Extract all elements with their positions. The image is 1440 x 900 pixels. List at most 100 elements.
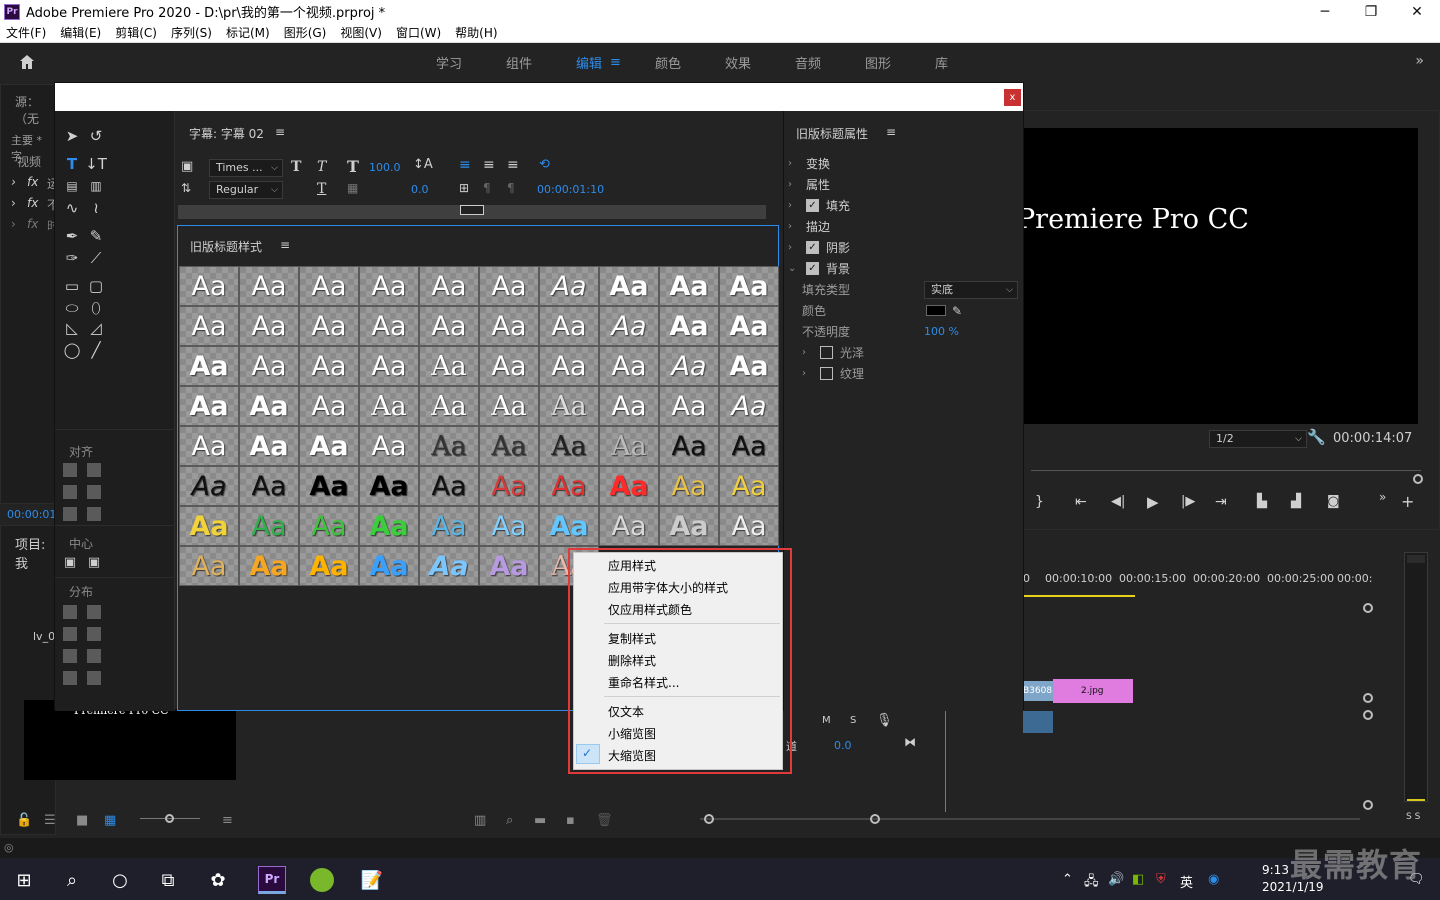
style-swatch[interactable]: Aa — [539, 466, 599, 506]
workspace-tab-editing[interactable]: 编辑 — [576, 53, 602, 72]
input-language-indicator[interactable]: 英 — [1180, 872, 1193, 891]
lock-icon[interactable]: 🔓 — [16, 813, 32, 828]
align-right-icon[interactable] — [63, 507, 77, 521]
close-window-button[interactable]: ✕ — [1394, 0, 1440, 23]
style-swatch[interactable]: Aa — [539, 346, 599, 386]
extract-icon[interactable]: ▟ — [1291, 494, 1301, 509]
microphone-icon[interactable]: 🎙 — [876, 713, 893, 728]
style-swatch[interactable]: Aa — [299, 466, 359, 506]
program-scrub-handle[interactable] — [1413, 474, 1423, 484]
fill-type-dropdown[interactable]: 实底 ⌵ — [924, 281, 1018, 299]
menu-edit[interactable]: 编辑(E) — [60, 24, 101, 41]
style-swatch[interactable]: Aa — [719, 266, 779, 306]
workspace-menu-icon[interactable]: ≡ — [610, 55, 621, 70]
style-swatch[interactable]: Aa — [299, 386, 359, 426]
menu-item-apply-style-color-only[interactable]: 仅应用样式颜色 — [608, 601, 692, 618]
new-item-icon[interactable]: ▪ — [566, 813, 575, 828]
wedge-tool-icon[interactable]: ◺ — [63, 319, 81, 337]
style-swatch[interactable]: Aa — [359, 346, 419, 386]
workspace-more-icon[interactable]: » — [1415, 53, 1424, 69]
workspace-tab-effects[interactable]: 效果 — [725, 53, 751, 72]
style-swatch[interactable]: Aa — [539, 386, 599, 426]
minimize-button[interactable]: ─ — [1302, 0, 1348, 23]
volume-icon[interactable]: 🔊 — [1108, 872, 1124, 887]
align-text-center-icon[interactable]: ≡ — [483, 157, 495, 173]
styles-panel-menu-icon[interactable]: ≡ — [280, 238, 290, 252]
underline-icon[interactable]: T — [317, 181, 326, 197]
style-swatch[interactable]: Aa — [299, 306, 359, 346]
qq-icon[interactable]: ◉ — [1208, 872, 1219, 887]
style-swatch[interactable]: Aa — [479, 546, 539, 586]
style-swatch[interactable]: Aa — [419, 546, 479, 586]
workspace-tab-graphics[interactable]: 图形 — [865, 53, 891, 72]
canvas-scroll-handle[interactable] — [460, 205, 484, 215]
pen-tool-icon[interactable]: ✒ — [63, 227, 81, 245]
style-swatch[interactable]: Aa — [539, 266, 599, 306]
properties-panel-title[interactable]: 旧版标题属性 — [796, 125, 868, 142]
property-group-transform[interactable]: › 变换 — [784, 156, 1024, 172]
vertical-area-type-tool-icon[interactable]: ▥ — [87, 177, 105, 195]
menu-sequence[interactable]: 序列(S) — [171, 24, 212, 41]
property-group-shadow[interactable]: › ✓ 阴影 — [784, 240, 1024, 256]
property-group-texture[interactable]: › 纹理 — [784, 366, 1024, 382]
style-swatch[interactable]: Aa — [179, 466, 239, 506]
show-background-video-icon[interactable]: ⟲ — [539, 157, 550, 172]
menu-item-text-only[interactable]: 仅文本 — [608, 703, 644, 720]
style-swatch[interactable]: Aa — [659, 346, 719, 386]
rectangle-tool-icon[interactable]: ▭ — [63, 277, 81, 295]
menu-help[interactable]: 帮助(H) — [455, 24, 497, 41]
style-swatch[interactable]: Aa — [539, 506, 599, 546]
style-swatch[interactable]: Aa — [659, 466, 719, 506]
wrench-icon[interactable]: 🔧 — [1307, 428, 1326, 446]
distribute-center-h-icon[interactable] — [63, 627, 77, 641]
property-group-stroke[interactable]: › 描边 — [784, 219, 1024, 235]
source-timecode[interactable]: 00:00:01: — [7, 508, 60, 521]
network-icon[interactable]: 🖧 — [1084, 872, 1099, 894]
style-swatch[interactable]: Aa — [479, 506, 539, 546]
fx-chevron-icon-2[interactable]: › — [11, 196, 16, 210]
nvidia-icon[interactable]: ◧ — [1132, 872, 1144, 887]
distribute-left-icon[interactable] — [63, 605, 77, 619]
track-mute-button[interactable]: M — [822, 715, 831, 726]
distribute-bottom-icon[interactable] — [87, 649, 101, 663]
style-swatch[interactable]: Aa — [419, 346, 479, 386]
rounded-corner-tool-icon[interactable]: ⬯ — [87, 299, 105, 317]
audio-meter-solo-labels[interactable]: S S — [1406, 812, 1420, 822]
playhead-line[interactable] — [945, 708, 946, 812]
step-forward-icon[interactable]: |▶ — [1181, 494, 1195, 509]
timeline-scroll-right-handle[interactable] — [870, 814, 880, 824]
style-swatch[interactable]: Aa — [719, 346, 779, 386]
menu-item-duplicate-style[interactable]: 复制样式 — [608, 630, 656, 647]
type-tool-icon[interactable]: T — [63, 155, 81, 173]
style-swatch[interactable]: Aa — [239, 306, 299, 346]
lift-icon[interactable]: ▙ — [1257, 494, 1267, 509]
maximize-button[interactable]: ❐ — [1348, 0, 1394, 23]
align-center-h-icon[interactable] — [63, 485, 77, 499]
workspace-tab-audio[interactable]: 音频 — [795, 53, 821, 72]
search-icon[interactable]: ⌕ — [58, 866, 86, 894]
style-swatch[interactable]: Aa — [359, 506, 419, 546]
font-family-dropdown[interactable]: Times ... ⌵ — [209, 159, 283, 177]
delete-anchor-tool-icon[interactable]: ✎ — [87, 227, 105, 245]
style-swatch[interactable]: Aa — [179, 266, 239, 306]
property-group-fill[interactable]: › ✓ 填充 — [784, 198, 1024, 214]
property-group-background[interactable]: ⌄ ✓ 背景 — [784, 261, 1024, 277]
menu-item-delete-style[interactable]: 删除样式 — [608, 652, 656, 669]
go-to-in-icon[interactable]: ⇤ — [1075, 494, 1087, 510]
menu-item-apply-style-with-font-size[interactable]: 应用带字体大小的样式 — [608, 579, 728, 596]
font-size-value[interactable]: 100.0 — [369, 161, 401, 174]
timeline-zoom-handle-top[interactable] — [1363, 603, 1373, 613]
style-swatch[interactable]: Aa — [719, 306, 779, 346]
program-scrub-bar[interactable] — [1031, 470, 1421, 471]
align-bottom-icon[interactable] — [87, 507, 101, 521]
style-swatch[interactable]: Aa — [419, 386, 479, 426]
distribute-even-v-icon[interactable] — [87, 671, 101, 685]
mark-out-icon[interactable]: } — [1035, 494, 1044, 510]
program-timecode[interactable]: 00:00:14:07 — [1333, 431, 1412, 446]
shadow-checkbox[interactable]: ✓ — [806, 241, 819, 254]
distribute-even-h-icon[interactable] — [63, 671, 77, 685]
rounded-rectangle-tool-icon[interactable]: ▢ — [87, 277, 105, 295]
style-swatch[interactable]: Aa — [239, 266, 299, 306]
home-icon[interactable] — [18, 53, 36, 71]
style-swatch[interactable]: Aa — [299, 426, 359, 466]
